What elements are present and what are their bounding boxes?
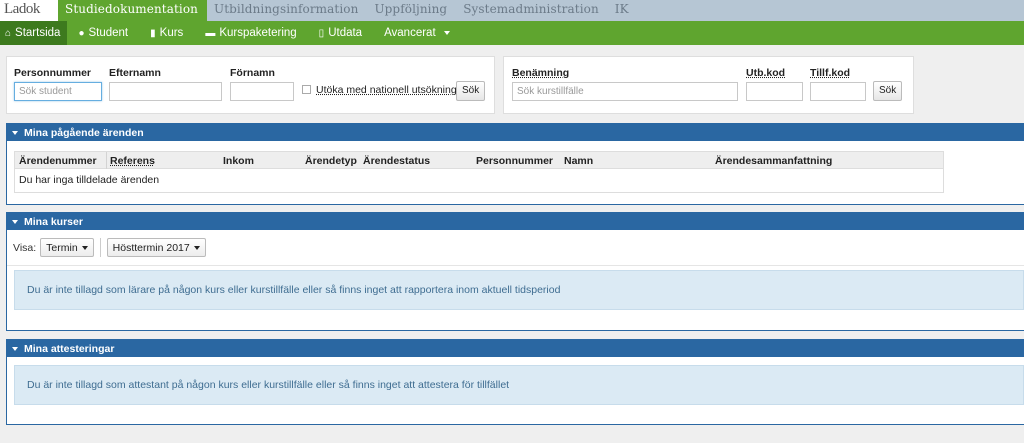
national-search-checkbox[interactable] — [302, 85, 311, 94]
utbkod-label: Utb.kod — [746, 67, 786, 79]
nav-kurs-label: Kurs — [159, 27, 184, 39]
tillfkod-input[interactable] — [810, 82, 866, 101]
main-nav: ⌂ Startsida ● Student ▮ Kurs ▬ Kurspaket… — [0, 21, 1024, 45]
visa-label: Visa: — [13, 241, 37, 254]
kurser-title: Mina kurser — [24, 215, 83, 228]
nav-kurs[interactable]: ▮ Kurs — [139, 21, 194, 45]
nav-startsida[interactable]: ⌂ Startsida — [0, 21, 68, 45]
personnummer-input[interactable]: Sök student — [14, 82, 102, 101]
student-search-button[interactable]: Sök — [456, 81, 486, 101]
logo-text: Ladok — [4, 1, 40, 17]
fornamn-label: Förnamn — [230, 67, 275, 79]
nav-student-label: Student — [88, 27, 129, 39]
nav-utdata-label: Utdata — [328, 27, 363, 39]
attesteringar-header[interactable]: Mina attesteringar — [7, 340, 1024, 357]
divider — [7, 265, 1024, 266]
arenden-header[interactable]: Mina pågående ärenden — [7, 124, 1024, 141]
column-divider — [106, 152, 107, 169]
kurser-info-message: Du är inte tillagd som lärare på någon k… — [14, 270, 1024, 310]
col-arendestatus[interactable]: Ärendestatus — [363, 155, 430, 167]
nav-avancerat-label: Avancerat — [384, 27, 436, 39]
attesteringar-info-message: Du är inte tillagd som attestant på någo… — [14, 365, 1024, 405]
tab-utbildningsinformation[interactable]: Utbildningsinformation — [207, 0, 367, 21]
folder-icon: ▬ — [205, 27, 216, 39]
nav-startsida-label: Startsida — [15, 27, 61, 39]
fornamn-input[interactable] — [230, 82, 294, 101]
benamning-input[interactable]: Sök kurstillfälle — [512, 82, 738, 101]
arenden-title: Mina pågående ärenden — [24, 126, 144, 139]
tab-systemadministration[interactable]: Systemadministration — [456, 0, 608, 21]
benamning-label: Benämning — [512, 67, 570, 79]
home-icon: ⌂ — [5, 27, 12, 39]
col-arendenummer[interactable]: Ärendenummer — [19, 155, 97, 167]
nav-avancerat[interactable]: Avancerat — [373, 21, 461, 45]
col-personnummer[interactable]: Personnummer — [476, 155, 553, 167]
col-namn[interactable]: Namn — [564, 155, 593, 167]
personnummer-label: Personnummer — [14, 67, 92, 79]
kurser-filters: Visa: Termin Hösttermin 2017 — [13, 238, 206, 257]
col-referens[interactable]: Referens — [110, 155, 155, 167]
attesteringar-panel: Mina attesteringar Du är inte tillagd so… — [6, 339, 1024, 425]
efternamn-input[interactable] — [109, 82, 222, 101]
kurser-panel: Mina kurser Visa: Termin Hösttermin 2017… — [6, 212, 1024, 331]
tillfkod-label: Tillf.kod — [810, 67, 851, 79]
arenden-table: Ärendenummer Referens Inkom Ärendetyp Är… — [14, 151, 944, 193]
collapse-icon — [12, 130, 18, 135]
nav-student[interactable]: ● Student — [67, 21, 139, 45]
chevron-down-icon — [193, 245, 200, 250]
course-search-box: Benämning Sök kurstillfälle Utb.kod Till… — [503, 56, 914, 114]
arenden-empty-text: Du har inga tilldelade ärenden — [19, 174, 160, 186]
period-dropdown-label: Hösttermin 2017 — [112, 241, 190, 254]
efternamn-label: Efternamn — [109, 67, 161, 79]
nav-kurspaketering-label: Kurspaketering — [219, 27, 297, 39]
arenden-table-header: Ärendenummer Referens Inkom Ärendetyp Är… — [15, 152, 943, 169]
student-search-box: Personnummer Sök student Efternamn Förna… — [6, 56, 495, 114]
termin-dropdown[interactable]: Termin — [40, 238, 94, 257]
book-icon: ▮ — [150, 27, 156, 39]
chevron-down-icon — [81, 245, 88, 250]
col-arendesammanfattning[interactable]: Ärendesammanfattning — [715, 155, 832, 167]
col-inkom[interactable]: Inkom — [223, 155, 254, 167]
nav-kurspaketering[interactable]: ▬ Kurspaketering — [194, 21, 307, 45]
top-bar: Ladok Studiedokumentation Utbildningsinf… — [0, 0, 1024, 21]
tab-ik[interactable]: IK — [608, 0, 638, 21]
course-search-button[interactable]: Sök — [873, 81, 903, 101]
divider — [99, 238, 101, 257]
period-dropdown[interactable]: Hösttermin 2017 — [106, 238, 206, 257]
kurser-header[interactable]: Mina kurser — [7, 213, 1024, 230]
tab-studiedokumentation[interactable]: Studiedokumentation — [58, 0, 207, 21]
collapse-icon — [12, 219, 18, 224]
file-icon: ▯ — [318, 27, 325, 39]
col-arendetyp[interactable]: Ärendetyp — [305, 155, 357, 167]
ladok-logo[interactable]: Ladok — [0, 0, 58, 21]
collapse-icon — [12, 346, 18, 351]
termin-dropdown-label: Termin — [46, 241, 78, 254]
arenden-panel: Mina pågående ärenden Ärendenummer Refer… — [6, 123, 1024, 205]
user-icon: ● — [78, 27, 85, 39]
utbkod-input[interactable] — [746, 82, 803, 101]
nav-utdata[interactable]: ▯ Utdata — [308, 21, 373, 45]
tab-uppfoljning[interactable]: Uppföljning — [367, 0, 456, 21]
attesteringar-title: Mina attesteringar — [24, 342, 115, 355]
national-search-label[interactable]: Utöka med nationell utsökning — [316, 84, 457, 96]
chevron-down-icon — [443, 31, 450, 35]
search-row: Personnummer Sök student Efternamn Förna… — [0, 45, 1024, 123]
